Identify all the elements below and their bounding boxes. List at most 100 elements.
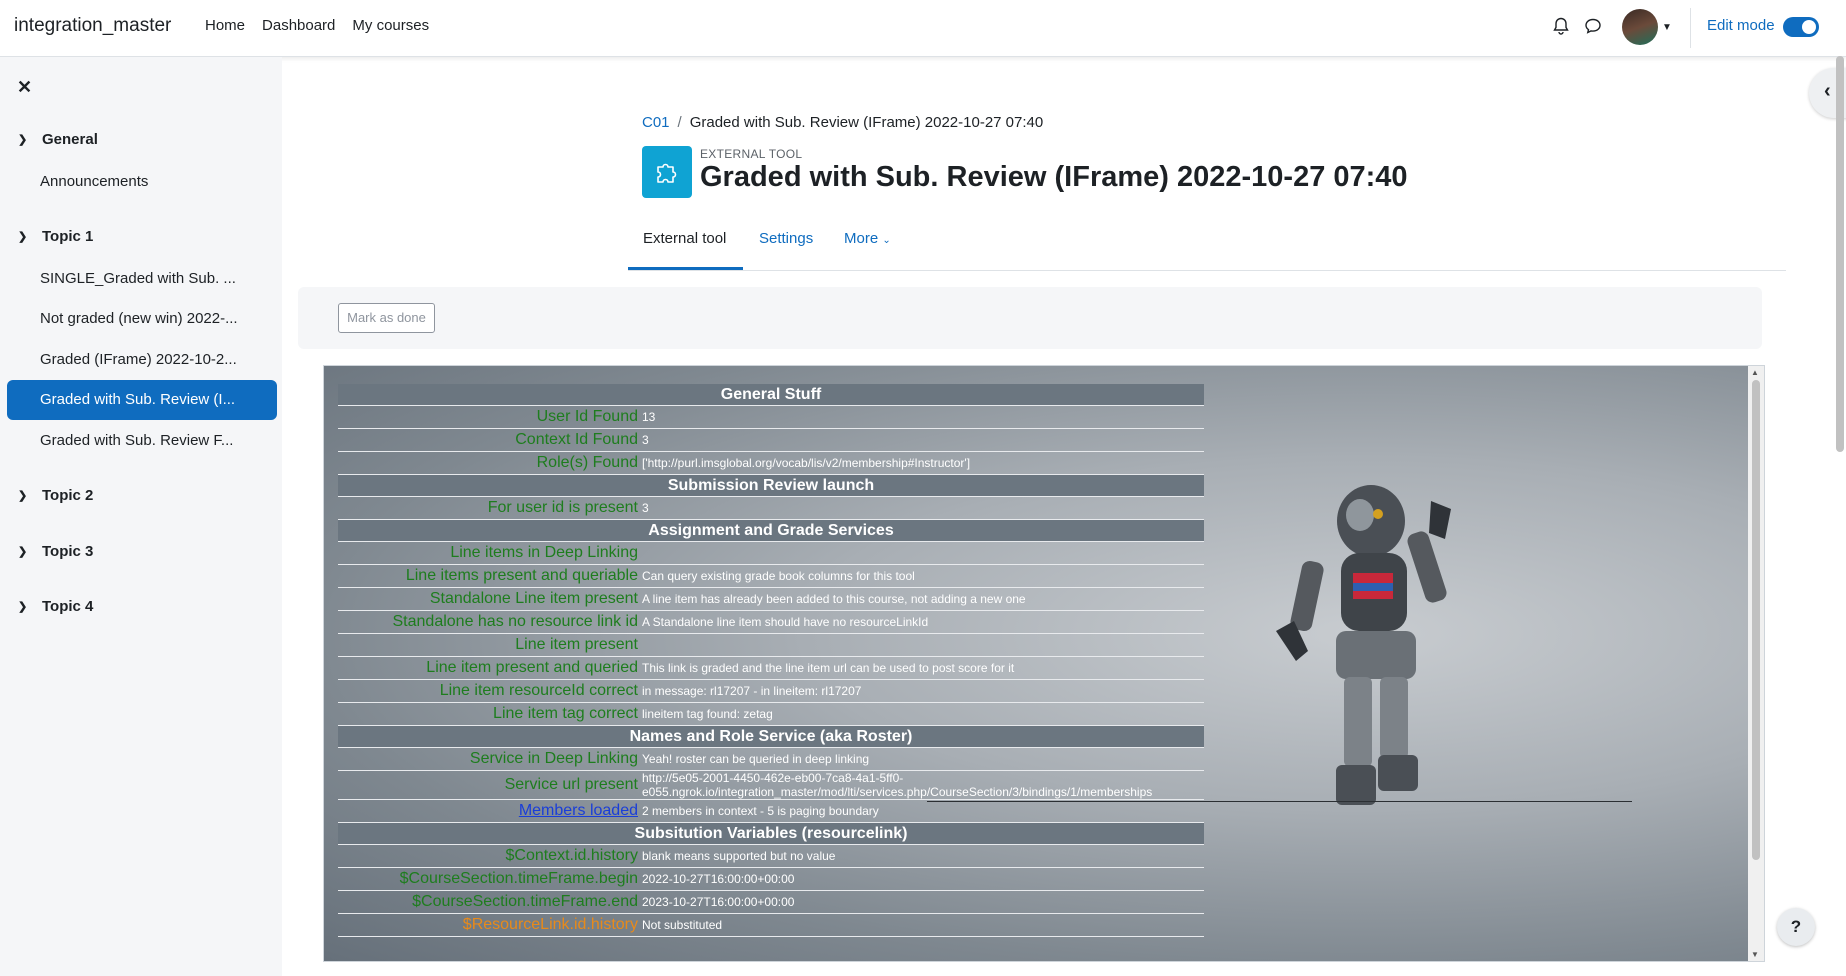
lti-check-row: Service url present http://5e05-2001-4450…: [338, 770, 1204, 800]
chevron-down-icon: ❯: [18, 134, 28, 146]
lti-check-value: Yeah! roster can be queried in deep link…: [640, 747, 1204, 771]
section-topic-3[interactable]: ❯ Topic 3: [18, 543, 93, 560]
lti-section-title: Assignment and Grade Services: [338, 519, 1204, 542]
lti-check-value: 13: [640, 405, 1204, 429]
lti-section-header: Submission Review launch: [338, 474, 1204, 497]
lti-check-value: 2022-10-27T16:00:00+00:00: [640, 867, 1204, 891]
course-index-item-announcements[interactable]: Announcements: [40, 173, 250, 190]
lti-check-value: http://5e05-2001-4450-462e-eb00-7ca8-4a1…: [640, 770, 1204, 800]
lti-check-label: Line item present: [338, 633, 640, 657]
help-button[interactable]: ?: [1777, 908, 1815, 946]
tab-more-label: More: [844, 230, 879, 247]
nav-home-link[interactable]: Home: [205, 17, 245, 34]
lti-iframe[interactable]: General Stuff User Id Found 13 Context Id F…: [323, 365, 1765, 962]
lti-check-value: A line item has already been added to th…: [640, 587, 1204, 611]
lti-check-label: Line item resourceId correct: [338, 679, 640, 703]
lti-check-row: $Context.id.history blank means supported…: [338, 844, 1204, 868]
scroll-down-arrow-icon[interactable]: ▼: [1751, 950, 1759, 959]
activity-completion-bar: Mark as done: [298, 287, 1762, 349]
section-topic-1[interactable]: ❯ Topic 1: [18, 228, 93, 245]
navbar-divider: [1690, 8, 1691, 48]
iframe-scrollbar[interactable]: ▲ ▼: [1748, 366, 1764, 961]
lti-check-label: Standalone Line item present: [338, 587, 640, 611]
lti-check-row: Line item present: [338, 633, 1204, 657]
lti-check-row: Line items in Deep Linking: [338, 541, 1204, 565]
bell-icon[interactable]: [1551, 16, 1571, 36]
chevron-down-icon: ❯: [18, 231, 28, 243]
lti-check-value: A Standalone line item should have no re…: [640, 610, 1204, 634]
lti-section-title: Subsitution Variables (resourcelink): [338, 822, 1204, 845]
breadcrumb-current: Graded with Sub. Review (IFrame) 2022-10…: [689, 114, 1044, 131]
lti-check-value: [640, 541, 1204, 565]
section-topic-2[interactable]: ❯ Topic 2: [18, 487, 93, 504]
lti-check-row: Line item tag correct lineitem tag found:…: [338, 702, 1204, 726]
nav-dashboard-link[interactable]: Dashboard: [262, 17, 335, 34]
section-title: Topic 3: [42, 543, 94, 560]
course-index-item[interactable]: SINGLE_Graded with Sub. ...: [40, 270, 250, 287]
section-title: Topic 2: [42, 487, 94, 504]
lti-check-value: 2023-10-27T16:00:00+00:00: [640, 890, 1204, 914]
course-index-item[interactable]: Graded (IFrame) 2022-10-2...: [40, 351, 250, 368]
activity-type-label: EXTERNAL TOOL: [700, 147, 803, 161]
course-index-item-active[interactable]: Graded with Sub. Review (I...: [7, 380, 277, 420]
lti-check-row: User Id Found 13: [338, 405, 1204, 429]
messages-icon[interactable]: [1583, 16, 1603, 36]
lti-check-row: Line items present and queriable Can quer…: [338, 564, 1204, 588]
external-tool-puzzle-icon: [642, 146, 692, 198]
scroll-up-arrow-icon[interactable]: ▲: [1751, 368, 1759, 377]
breadcrumb-course-link[interactable]: C01: [642, 114, 670, 131]
lti-check-row: Standalone Line item present A line item …: [338, 587, 1204, 611]
lti-check-label: Standalone has no resource link id: [338, 610, 640, 634]
edit-mode-label: Edit mode: [1707, 17, 1775, 34]
tab-settings[interactable]: Settings: [759, 230, 813, 247]
lti-check-row: Members loaded 2 members in context - 5 i…: [338, 799, 1204, 823]
lti-check-label: $Context.id.history: [338, 844, 640, 868]
lti-check-label: User Id Found: [338, 405, 640, 429]
lti-check-value: blank means supported but no value: [640, 844, 1204, 868]
lti-check-label: Line item tag correct: [338, 702, 640, 726]
edit-mode-toggle[interactable]: [1783, 17, 1819, 37]
chevron-down-icon: ⌄: [882, 235, 891, 246]
mark-as-done-button[interactable]: Mark as done: [338, 303, 435, 333]
iframe-horizontal-rule: [927, 801, 1632, 802]
lti-check-value: in message: rl17207 - in lineitem: rl172…: [640, 679, 1204, 703]
close-drawer-icon[interactable]: ✕: [17, 77, 32, 98]
lti-section-title: Submission Review launch: [338, 474, 1204, 497]
lti-section-header: Subsitution Variables (resourcelink): [338, 822, 1204, 845]
course-index-item[interactable]: Not graded (new win) 2022-...: [40, 310, 250, 327]
lti-check-value: This link is graded and the line item ur…: [640, 656, 1204, 680]
lti-section-header: Names and Role Service (aka Roster): [338, 725, 1204, 748]
lti-check-value: Can query existing grade book columns fo…: [640, 564, 1204, 588]
lti-check-label: Service in Deep Linking: [338, 747, 640, 771]
breadcrumb: C01 / Graded with Sub. Review (IFrame) 202…: [642, 114, 1043, 131]
section-topic-4[interactable]: ❯ Topic 4: [18, 598, 93, 615]
lti-check-value: 3: [640, 496, 1204, 520]
lti-check-row: $CourseSection.timeFrame.begin 2022-10-27…: [338, 867, 1204, 891]
section-general[interactable]: ❯ General: [18, 131, 98, 148]
lti-check-label: Line items present and queriable: [338, 564, 640, 588]
lti-check-label: Line items in Deep Linking: [338, 541, 640, 565]
tab-external-tool[interactable]: External tool: [643, 230, 726, 247]
primary-navigation: Home Dashboard My courses: [205, 17, 429, 34]
lti-check-label: Line item present and queried: [338, 656, 640, 680]
course-index-item[interactable]: Graded with Sub. Review F...: [40, 432, 250, 449]
iframe-scrollbar-thumb[interactable]: [1752, 380, 1760, 860]
lti-check-value: Not substituted: [640, 913, 1204, 937]
tab-more[interactable]: More ⌄: [844, 230, 891, 247]
lti-check-value: ['http://purl.imsglobal.org/vocab/lis/v2…: [640, 451, 1204, 475]
user-avatar[interactable]: [1622, 9, 1658, 45]
active-tab-indicator: [628, 267, 743, 270]
page-scrollbar[interactable]: [1836, 56, 1844, 452]
lti-check-label: For user id is present: [338, 496, 640, 520]
lti-check-label: Members loaded: [338, 799, 640, 823]
user-menu-caret-icon[interactable]: ▼: [1662, 22, 1672, 33]
lti-check-row: $ResourceLink.id.history Not substituted: [338, 913, 1204, 937]
lti-section-title: Names and Role Service (aka Roster): [338, 725, 1204, 748]
site-name-link[interactable]: integration_master: [14, 15, 171, 37]
lti-check-label: $ResourceLink.id.history: [338, 913, 640, 937]
lti-check-row: $CourseSection.timeFrame.end 2023-10-27T1…: [338, 890, 1204, 914]
lti-check-label: $CourseSection.timeFrame.end: [338, 890, 640, 914]
nav-my-courses-link[interactable]: My courses: [352, 17, 429, 34]
lti-check-value: lineitem tag found: zetag: [640, 702, 1204, 726]
members-loaded-link[interactable]: Members loaded: [519, 802, 638, 819]
